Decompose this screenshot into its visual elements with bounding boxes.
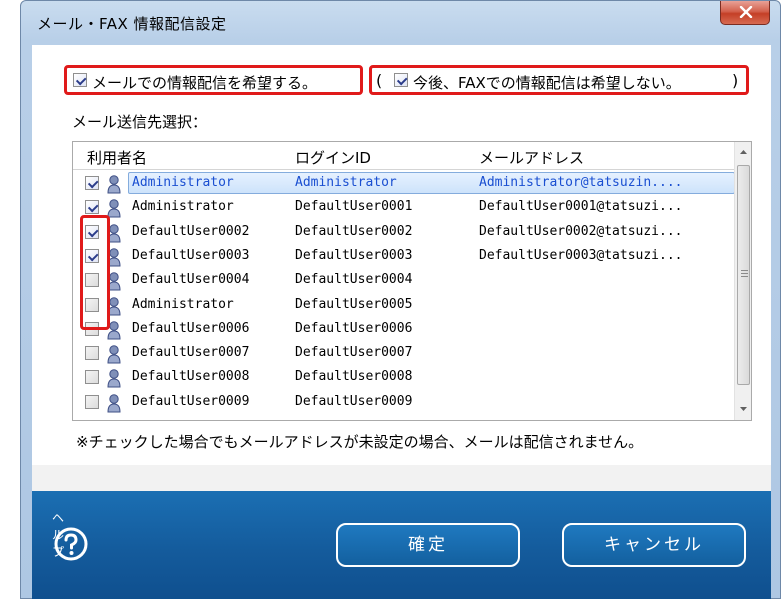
row-checkbox[interactable] xyxy=(85,370,99,385)
row-checkbox[interactable] xyxy=(85,176,99,190)
cell-user-name: Administrator xyxy=(132,296,234,312)
row-checkbox[interactable] xyxy=(85,346,99,361)
email-option-highlight: メールでの情報配信を希望する。 xyxy=(64,65,363,95)
cell-login-id: DefaultUser0002 xyxy=(295,223,413,239)
cancel-button[interactable]: キャンセル xyxy=(562,523,746,567)
cell-login-id: DefaultUser0009 xyxy=(295,393,413,409)
table-row[interactable]: DefaultUser0003 DefaultUser0003 DefaultUse… xyxy=(73,245,735,269)
grip-line xyxy=(741,273,748,274)
cell-user-name: DefaultUser0008 xyxy=(132,369,250,385)
cell-email: DefaultUser0003@tatsuzi... xyxy=(479,247,683,263)
table-row[interactable]: Administrator DefaultUser0001 DefaultUser0… xyxy=(73,196,735,220)
table-row[interactable]: DefaultUser0009 DefaultUser0009 xyxy=(73,391,735,415)
cell-user-name: DefaultUser0004 xyxy=(132,272,250,288)
user-icon xyxy=(106,368,122,388)
column-header-user-name[interactable]: 利用者名 xyxy=(87,147,147,168)
cell-login-id: DefaultUser0007 xyxy=(295,345,413,361)
cell-email: Administrator@tatsuzin.... xyxy=(479,175,683,190)
paren-open: ( xyxy=(376,71,383,90)
table-row[interactable]: Administrator Administrator Administrator@… xyxy=(73,172,735,196)
cell-login-id: DefaultUser0008 xyxy=(295,369,413,385)
cell-login-id: DefaultUser0003 xyxy=(295,247,413,263)
cell-email: DefaultUser0001@tatsuzi... xyxy=(479,199,683,215)
window-title: メール・FAX 情報配信設定 xyxy=(37,15,227,33)
email-delivery-checkbox[interactable] xyxy=(73,73,87,87)
table-row[interactable]: DefaultUser0007 DefaultUser0007 xyxy=(73,342,735,366)
paren-close: ) xyxy=(732,71,739,90)
table-row[interactable]: DefaultUser0006 DefaultUser0006 xyxy=(73,318,735,342)
dialog-footer: ヘルプ 確定 キャンセル xyxy=(32,491,771,599)
cell-user-name: DefaultUser0002 xyxy=(132,223,250,239)
title-bar[interactable]: メール・FAX 情報配信設定 xyxy=(21,1,780,45)
vertical-scrollbar[interactable] xyxy=(734,142,751,420)
close-icon xyxy=(739,6,753,18)
list-header: 利用者名 ログインID メールアドレス xyxy=(73,142,735,170)
cell-user-name: Administrator xyxy=(132,199,234,215)
row-checkbox[interactable] xyxy=(85,394,99,409)
close-button[interactable] xyxy=(720,1,770,25)
table-row[interactable]: DefaultUser0002 DefaultUser0002 DefaultUse… xyxy=(73,221,735,245)
fax-option-highlight: ( 今後、FAXでの情報配信は希望しない。 ) xyxy=(369,65,749,95)
user-icon xyxy=(106,393,122,413)
chevron-up-icon xyxy=(740,150,747,154)
table-row[interactable]: DefaultUser0008 DefaultUser0008 xyxy=(73,366,735,390)
chevron-down-icon xyxy=(740,407,747,411)
dialog-body: メールでの情報配信を希望する。 ( 今後、FAXでの情報配信は希望しない。 ) … xyxy=(32,45,771,599)
user-icon xyxy=(106,174,122,194)
help-icon xyxy=(54,527,88,561)
column-header-email[interactable]: メールアドレス xyxy=(479,147,584,168)
confirm-button[interactable]: 確定 xyxy=(336,523,520,567)
cell-user-name: DefaultUser0003 xyxy=(132,247,250,263)
fax-label[interactable]: 今後、FAXでの情報配信は希望しない。 xyxy=(413,72,681,93)
user-icon xyxy=(106,344,122,364)
cell-email: DefaultUser0002@tatsuzi... xyxy=(479,223,683,239)
checked-rows-highlight xyxy=(80,215,110,330)
cell-user-name: DefaultUser0007 xyxy=(132,345,250,361)
email-delivery-label[interactable]: メールでの情報配信を希望する。 xyxy=(92,72,317,93)
recipient-section-label: メール送信先選択： xyxy=(72,113,208,131)
cell-login-id: Administrator xyxy=(295,175,397,190)
row-checkbox[interactable] xyxy=(85,200,99,215)
fax-checkbox[interactable] xyxy=(394,73,408,87)
recipient-list[interactable]: 利用者名 ログインID メールアドレス Administrator Adminis… xyxy=(72,141,752,421)
grip-line xyxy=(741,276,748,277)
cell-login-id: DefaultUser0001 xyxy=(295,199,413,215)
scroll-thumb[interactable] xyxy=(737,165,750,385)
grip-line xyxy=(741,270,748,271)
settings-dialog: メール・FAX 情報配信設定 メールでの情報配信を希望する。 ( 今後、FAXで… xyxy=(20,0,781,599)
delivery-note: ※チェックした場合でもメールアドレスが未設定の場合、メールは配信されません。 xyxy=(76,433,644,451)
content-area: メールでの情報配信を希望する。 ( 今後、FAXでの情報配信は希望しない。 ) … xyxy=(32,45,771,465)
cell-user-name: DefaultUser0006 xyxy=(132,320,250,336)
table-row[interactable]: Administrator DefaultUser0005 xyxy=(73,294,735,318)
scroll-down-arrow[interactable] xyxy=(735,400,751,417)
column-header-login-id[interactable]: ログインID xyxy=(295,147,371,168)
cell-login-id: DefaultUser0006 xyxy=(295,320,413,336)
cell-user-name: Administrator xyxy=(132,175,234,190)
table-row[interactable]: DefaultUser0004 DefaultUser0004 xyxy=(73,269,735,293)
cell-login-id: DefaultUser0005 xyxy=(295,296,413,312)
cell-user-name: DefaultUser0009 xyxy=(132,393,250,409)
cell-login-id: DefaultUser0004 xyxy=(295,272,413,288)
scroll-up-arrow[interactable] xyxy=(735,144,751,161)
